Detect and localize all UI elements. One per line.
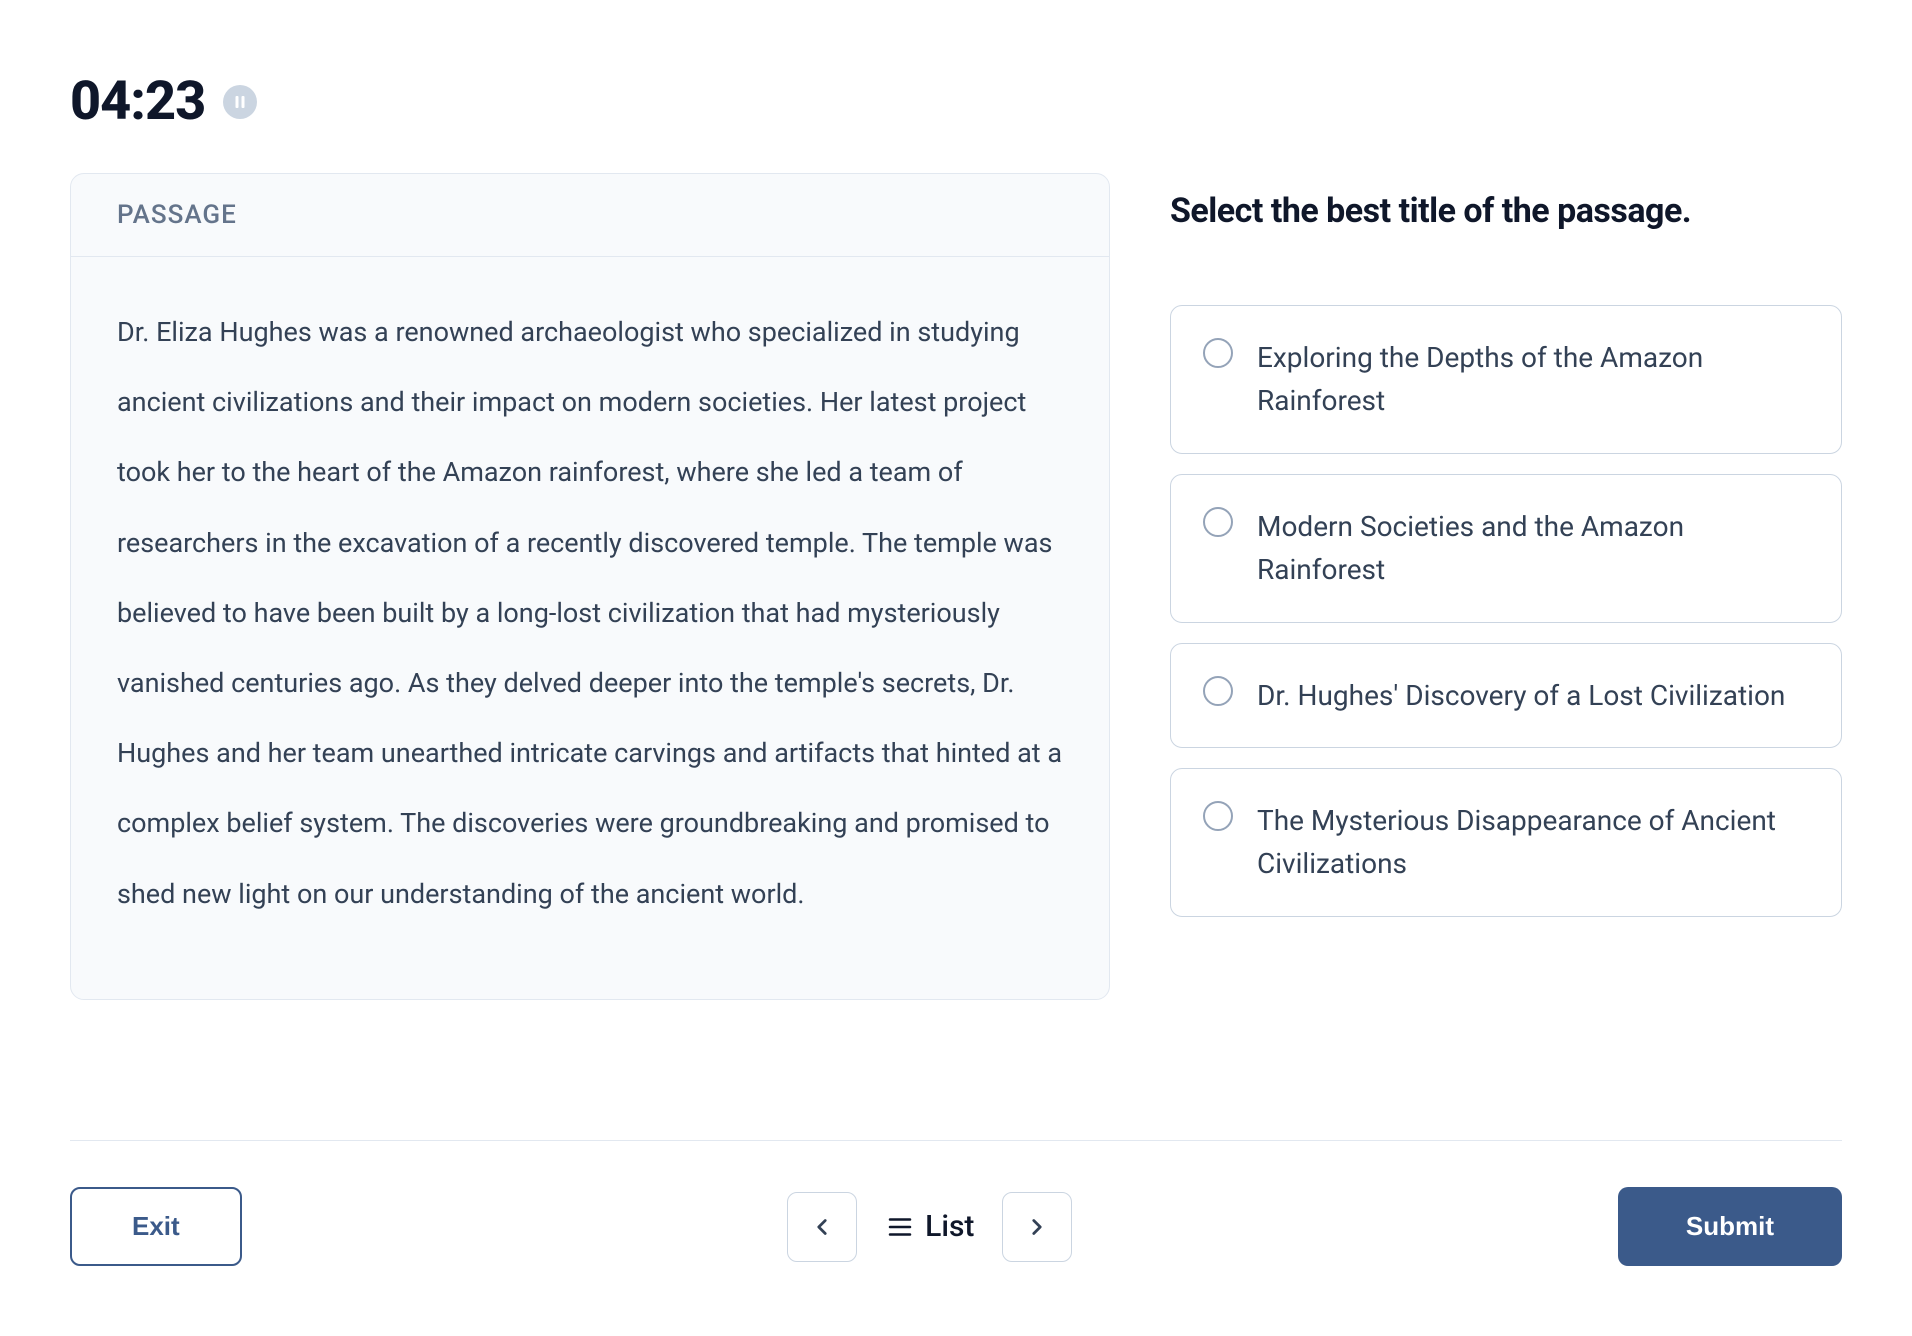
chevron-right-icon <box>1024 1214 1050 1240</box>
chevron-left-icon <box>809 1214 835 1240</box>
submit-button[interactable]: Submit <box>1618 1187 1842 1266</box>
content-area: PASSAGE Dr. Eliza Hughes was a renowned … <box>70 173 1842 1094</box>
option-text: The Mysterious Disappearance of Ancient … <box>1257 799 1809 886</box>
question-prompt: Select the best title of the passage. <box>1170 191 1842 231</box>
list-label: List <box>925 1209 974 1244</box>
list-icon <box>885 1212 915 1242</box>
option-2[interactable]: Dr. Hughes' Discovery of a Lost Civiliza… <box>1170 643 1842 748</box>
passage-panel: PASSAGE Dr. Eliza Hughes was a renowned … <box>70 173 1110 1000</box>
radio-icon <box>1203 801 1233 831</box>
pause-icon <box>233 95 247 109</box>
passage-body: Dr. Eliza Hughes was a renowned archaeol… <box>71 257 1109 999</box>
nav-center: List <box>787 1192 1072 1262</box>
passage-text: Dr. Eliza Hughes was a renowned archaeol… <box>117 297 1063 929</box>
option-text: Dr. Hughes' Discovery of a Lost Civiliza… <box>1257 674 1785 717</box>
option-3[interactable]: The Mysterious Disappearance of Ancient … <box>1170 768 1842 917</box>
list-button[interactable]: List <box>875 1209 984 1244</box>
pause-button[interactable] <box>223 85 257 119</box>
question-panel: Select the best title of the passage. Ex… <box>1170 173 1842 1094</box>
exit-button[interactable]: Exit <box>70 1187 242 1266</box>
option-1[interactable]: Modern Societies and the Amazon Rainfore… <box>1170 474 1842 623</box>
header: 04:23 <box>70 70 1842 133</box>
options-list: Exploring the Depths of the Amazon Rainf… <box>1170 305 1842 917</box>
radio-icon <box>1203 676 1233 706</box>
passage-label: PASSAGE <box>117 200 1063 230</box>
radio-icon <box>1203 338 1233 368</box>
prev-button[interactable] <box>787 1192 857 1262</box>
next-button[interactable] <box>1002 1192 1072 1262</box>
timer-display: 04:23 <box>70 70 205 133</box>
option-text: Exploring the Depths of the Amazon Rainf… <box>1257 336 1809 423</box>
passage-header: PASSAGE <box>71 174 1109 257</box>
option-0[interactable]: Exploring the Depths of the Amazon Rainf… <box>1170 305 1842 454</box>
footer: Exit List Submit <box>70 1140 1842 1266</box>
radio-icon <box>1203 507 1233 537</box>
option-text: Modern Societies and the Amazon Rainfore… <box>1257 505 1809 592</box>
